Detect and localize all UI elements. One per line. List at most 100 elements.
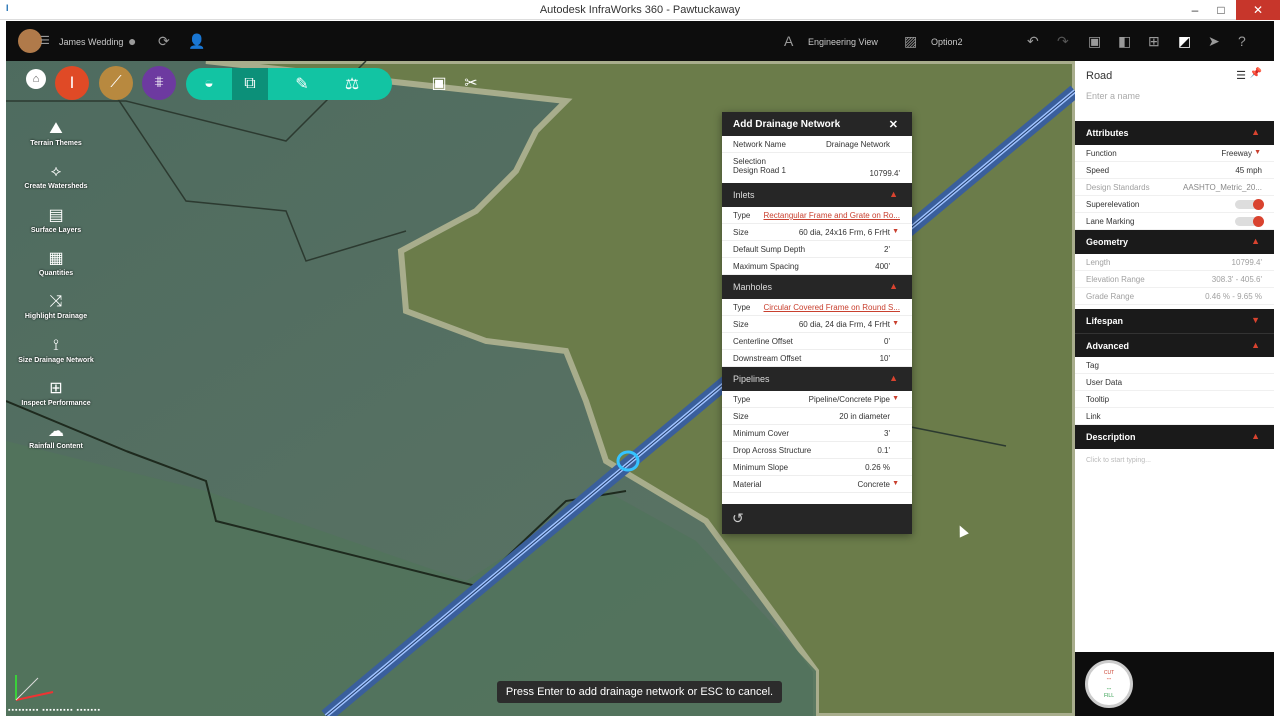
sketch-icon[interactable]: ✎ [284, 68, 320, 100]
analyze-icon[interactable]: ⧉ [232, 68, 268, 100]
chat-icon[interactable]: ● [128, 33, 136, 49]
function-row[interactable]: Function Freeway ▼ [1075, 145, 1274, 162]
chevron-up-icon[interactable]: ▲ [1251, 127, 1260, 137]
engineering-view-icon[interactable]: A [784, 33, 793, 49]
attributes-section-header[interactable]: Attributes ▲ [1075, 121, 1274, 145]
model-explorer-icon[interactable]: ▣ [1088, 33, 1101, 49]
network-name-value[interactable]: Drainage Network [826, 140, 890, 149]
chevron-up-icon[interactable]: ▲ [889, 281, 898, 291]
properties-panel: Road Enter a name ☰ 📌 Attributes ▲ Functi… [1075, 61, 1274, 716]
avatar[interactable] [18, 29, 42, 53]
pipeline-size-row[interactable]: Size 20 in diameter [722, 408, 912, 425]
tag-row[interactable]: Tag [1075, 357, 1274, 374]
dropdown-icon[interactable]: ▼ [892, 320, 899, 327]
name-input[interactable]: Enter a name [1086, 91, 1263, 101]
bridges-icon[interactable]: ⩨ [142, 66, 176, 100]
chevron-up-icon[interactable]: ▲ [1251, 340, 1260, 350]
chevron-up-icon[interactable]: ▲ [1251, 236, 1260, 246]
roads-icon[interactable]: ⟋ [99, 66, 133, 100]
user-icon[interactable]: 👤 [188, 33, 205, 49]
centerline-offset-row[interactable]: Centerline Offset 0' [722, 333, 912, 350]
reset-icon[interactable]: ↺ [732, 510, 744, 527]
sump-depth-row[interactable]: Default Sump Depth 2' [722, 241, 912, 258]
manhole-type-link[interactable]: Circular Covered Frame on Round S... [764, 303, 901, 312]
inlet-type-link[interactable]: Rectangular Frame and Grate on Ro... [763, 211, 900, 220]
sync-icon[interactable]: ⟳ [158, 33, 170, 49]
proposal-icon[interactable]: ▨ [904, 33, 917, 49]
user-data-row[interactable]: User Data [1075, 374, 1274, 391]
elevation-range-row: Elevation Range 308.3' - 405.6' [1075, 271, 1274, 288]
downstream-offset-row[interactable]: Downstream Offset 10' [722, 350, 912, 367]
material-row[interactable]: Material Concrete ▼ [722, 476, 912, 493]
chevron-down-icon[interactable]: ▼ [1251, 315, 1260, 325]
drainage-icon[interactable]: ◒ [191, 68, 227, 100]
undo-icon[interactable]: ↶ [1027, 33, 1039, 49]
inlet-size-row[interactable]: Size 60 dia, 24x16 Frm, 6 FrHt ▼ [722, 224, 912, 241]
highlight-drainage-icon: ⤨ [49, 293, 63, 310]
menu-icon[interactable]: ☰ [1236, 69, 1246, 82]
chevron-up-icon[interactable]: ▲ [1251, 431, 1260, 441]
minimum-cover-row[interactable]: Minimum Cover 3' [722, 425, 912, 442]
inlet-type-row[interactable]: Type Rectangular Frame and Grate on Ro... [722, 207, 912, 224]
inlets-section-header[interactable]: Inlets ▲ [722, 183, 912, 207]
design-icon[interactable]: Ⅰ [55, 66, 89, 100]
pipelines-section-header[interactable]: Pipelines ▲ [722, 367, 912, 391]
superelevation-row[interactable]: Superelevation [1075, 196, 1274, 213]
dropdown-icon[interactable]: ▼ [892, 395, 899, 402]
tool-create-watersheds[interactable]: ⟡ Create Watersheds [10, 163, 102, 190]
cut-fill-gauge[interactable]: CUT -- -- FILL [1085, 660, 1133, 708]
user-name[interactable]: James Wedding [59, 37, 123, 47]
menu-icon[interactable]: ☰ [40, 33, 50, 49]
tool-rainfall-content[interactable]: ☁ Rainfall Content [10, 423, 102, 450]
superelevation-toggle[interactable] [1235, 199, 1264, 210]
drop-across-structure-row[interactable]: Drop Across Structure 0.1' [722, 442, 912, 459]
engineering-view-label[interactable]: Engineering View [808, 37, 878, 47]
manholes-section-header[interactable]: Manholes ▲ [722, 275, 912, 299]
description-section-header[interactable]: Description ▲ [1075, 425, 1274, 449]
minimum-slope-row[interactable]: Minimum Slope 0.26 % [722, 459, 912, 476]
pipeline-type-row[interactable]: Type Pipeline/Concrete Pipe ▼ [722, 391, 912, 408]
select-icon[interactable]: ➤ [1208, 33, 1220, 49]
manhole-size-row[interactable]: Size 60 dia, 24 dia Frm, 4 FrHt ▼ [722, 316, 912, 333]
close-window-button[interactable]: ✕ [1236, 0, 1280, 20]
dropdown-icon[interactable]: ▼ [892, 480, 899, 487]
network-name-row[interactable]: Network Name Drainage Network [722, 136, 912, 153]
close-icon[interactable]: ✕ [889, 118, 898, 131]
tool-surface-layers[interactable]: ▤ Surface Layers [10, 207, 102, 234]
help-icon[interactable]: ? [1238, 33, 1246, 49]
lane-marking-toggle[interactable] [1235, 216, 1264, 227]
link-row[interactable]: Link [1075, 408, 1274, 425]
dropdown-icon[interactable]: ▼ [892, 228, 899, 235]
minimize-button[interactable]: – [1182, 0, 1208, 20]
tool-size-drainage-network[interactable]: ⟟ Size Drainage Network [10, 337, 102, 364]
lifespan-section-header[interactable]: Lifespan ▼ [1075, 309, 1274, 333]
balance-icon[interactable]: ⚖ [334, 68, 370, 100]
manhole-type-row[interactable]: Type Circular Covered Frame on Round S... [722, 299, 912, 316]
tool-terrain-themes[interactable]: ⛰ Terrain Themes [10, 120, 102, 147]
pin-icon[interactable]: 📌 [1250, 68, 1262, 79]
redo-icon[interactable]: ↷ [1057, 33, 1069, 49]
model-viewport[interactable] [6, 21, 1075, 716]
lane-marking-row[interactable]: Lane Marking [1075, 213, 1274, 230]
advanced-section-header[interactable]: Advanced ▲ [1075, 333, 1274, 357]
grid-icon[interactable]: ⊞ [1148, 33, 1160, 49]
tool-inspect-performance[interactable]: ⊞ Inspect Performance [10, 380, 102, 407]
proposal-name[interactable]: Option2 [931, 37, 963, 47]
present-icon[interactable]: ▣ [422, 66, 456, 100]
max-spacing-row[interactable]: Maximum Spacing 400' [722, 258, 912, 275]
home-icon[interactable]: ⌂ [26, 69, 46, 89]
tool-highlight-drainage[interactable]: ⤨ Highlight Drainage [10, 293, 102, 320]
dropdown-icon[interactable]: ▼ [1254, 149, 1261, 156]
layers-icon[interactable]: ◧ [1118, 33, 1131, 49]
settings-tools-icon[interactable]: ✂ [454, 66, 488, 100]
tool-quantities[interactable]: ▦ Quantities [10, 250, 102, 277]
geometry-section-header[interactable]: Geometry ▲ [1075, 230, 1274, 254]
description-input[interactable]: Click to start typing... [1075, 449, 1274, 509]
maximize-button[interactable]: □ [1208, 0, 1234, 20]
tooltip-row[interactable]: Tooltip [1075, 391, 1274, 408]
chevron-up-icon[interactable]: ▲ [889, 189, 898, 199]
speed-row[interactable]: Speed 45 mph [1075, 162, 1274, 179]
chevron-up-icon[interactable]: ▲ [889, 373, 898, 383]
terrain-themes-icon: ⛰ [49, 120, 63, 137]
properties-icon[interactable]: ◩ [1178, 33, 1191, 49]
